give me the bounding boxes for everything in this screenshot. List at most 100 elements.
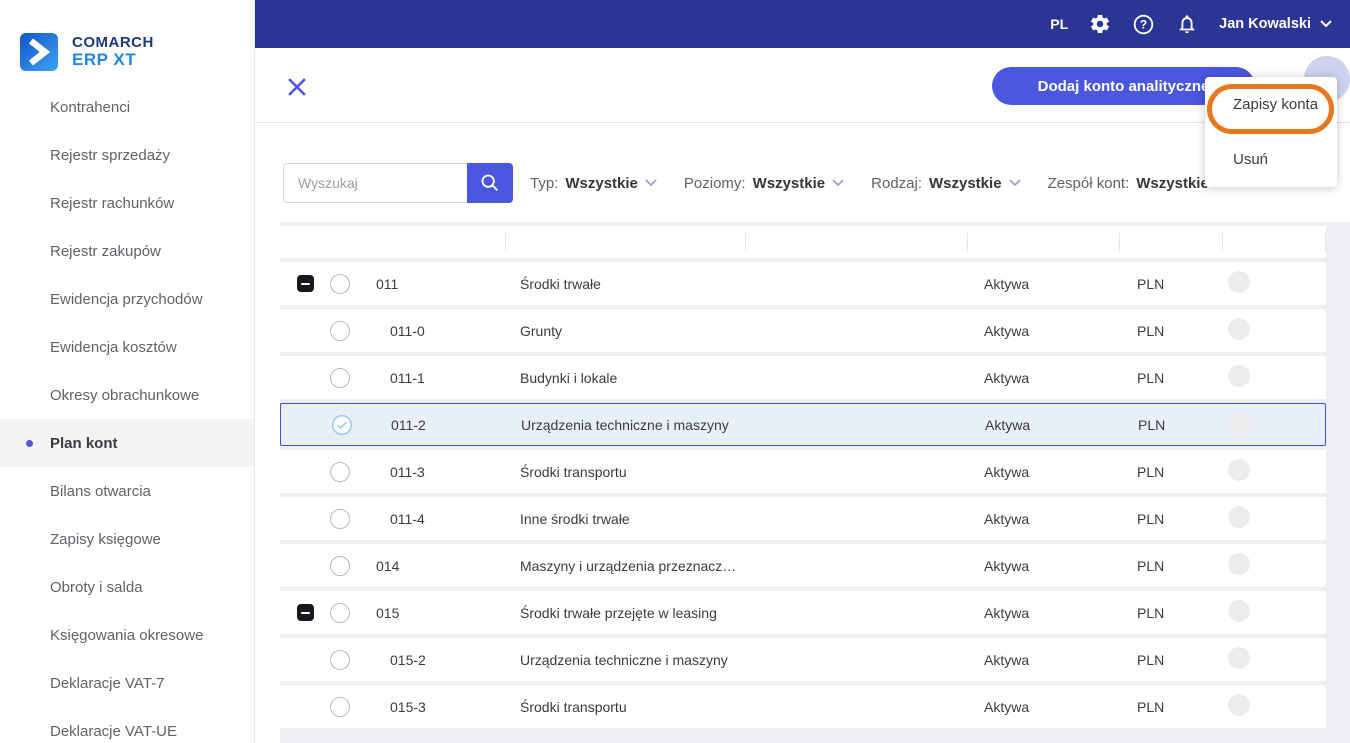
table-header [280, 226, 1326, 258]
context-menu-item[interactable]: Zapisy konta [1205, 77, 1337, 134]
selected-check-icon[interactable] [331, 414, 353, 436]
sidebar-item[interactable]: Ewidencja kosztów [0, 323, 254, 371]
sidebar-item[interactable]: Księgowania okresowe [0, 611, 254, 659]
radio-button[interactable] [330, 555, 350, 576]
svg-text:?: ? [1140, 17, 1147, 31]
sidebar-item[interactable]: Bilans otwarcia [0, 467, 254, 515]
active-bullet-icon [26, 440, 33, 447]
filter-dropdown[interactable]: Typ: Wszystkie [530, 175, 657, 192]
brand-name-bottom: ERP XT [72, 49, 137, 69]
sidebar-item-label: Księgowania okresowe [50, 626, 204, 644]
sidebar-item-label: Deklaracje VAT-UE [50, 722, 177, 740]
status-indicator [1228, 365, 1250, 387]
sidebar-item[interactable]: Okresy obrachunkowe [0, 371, 254, 419]
table-row[interactable]: 015-3 Środki transportu Aktywa PLN [280, 685, 1326, 728]
cell-waluta: PLN [1138, 416, 1166, 433]
page-header: Dodaj konto analityczne [255, 48, 1350, 123]
cell-nazwa: Maszyny i urządzenia przeznacz… [520, 557, 737, 574]
sidebar-item-label: Okresy obrachunkowe [50, 386, 200, 404]
close-icon[interactable] [288, 78, 308, 98]
column-header [505, 226, 745, 258]
status-indicator [1229, 412, 1251, 434]
cell-typ-konta: Aktywa [984, 604, 1030, 621]
radio-button[interactable] [330, 461, 350, 482]
table-row[interactable]: 011-1 Budynki i lokale Aktywa PLN [280, 356, 1326, 399]
radio-button[interactable] [330, 367, 350, 388]
sidebar-item[interactable]: Obroty i salda [0, 563, 254, 611]
column-header [745, 226, 967, 258]
user-name: Jan Kowalski [1219, 16, 1311, 32]
filter-value: Wszystkie [929, 174, 1002, 192]
sidebar-item[interactable]: Kontrahenci [0, 83, 254, 131]
context-menu-item[interactable]: Usuń [1205, 132, 1337, 187]
column-header [368, 226, 505, 258]
sidebar-item[interactable]: Rejestr rachunków [0, 179, 254, 227]
radio-button[interactable] [330, 649, 350, 670]
sidebar-item[interactable]: Deklaracje VAT-UE [0, 707, 254, 743]
status-indicator [1228, 271, 1250, 293]
context-menu-item-label: Usuń [1233, 151, 1269, 168]
brand-name-top: COMARCH [72, 34, 154, 52]
filter-dropdown[interactable]: Zespół kont: Wszystkie [1048, 175, 1228, 192]
radio-button[interactable] [330, 320, 350, 341]
search-button[interactable] [467, 163, 513, 203]
sidebar-item-label: Plan kont [50, 434, 118, 452]
table-row[interactable]: 011-2 Urządzenia techniczne i maszyny Ak… [280, 403, 1326, 446]
header-spacer [280, 226, 368, 258]
context-menu-item-label: Zapisy konta [1233, 96, 1319, 113]
sidebar-item-label: Ewidencja kosztów [50, 338, 177, 356]
filter-label: Typ: [530, 174, 559, 192]
radio-button[interactable] [330, 602, 350, 623]
table-row[interactable]: 011-0 Grunty Aktywa PLN [280, 309, 1326, 352]
filter-dropdown[interactable]: Poziomy: Wszystkie [684, 175, 844, 192]
table-row[interactable]: 011-3 Środki transportu Aktywa PLN [280, 450, 1326, 493]
settings-gear-icon[interactable] [1089, 13, 1111, 35]
search-input[interactable] [283, 163, 467, 203]
cell-nazwa: Grunty [520, 322, 563, 339]
column-header [1119, 226, 1222, 258]
sidebar-item[interactable]: Rejestr sprzedaży [0, 131, 254, 179]
cell-typ-konta: Aktywa [984, 651, 1030, 668]
radio-button[interactable] [330, 696, 350, 717]
filter-label: Zespół kont: [1047, 174, 1130, 192]
help-icon[interactable]: ? [1132, 13, 1155, 36]
cell-numer: 011-2 [391, 416, 426, 433]
sidebar-item[interactable]: Deklaracje VAT-7 [0, 659, 254, 707]
radio-button[interactable] [330, 508, 350, 529]
notifications-bell-icon[interactable] [1176, 13, 1198, 35]
filter-row: Typ: Wszystkie Poziomy: Wszystkie Rodzaj… [283, 163, 1228, 203]
filter-dropdown[interactable]: Rodzaj: Wszystkie [871, 174, 1021, 192]
sidebar-item-label: Kontrahenci [50, 98, 131, 116]
cell-waluta: PLN [1137, 322, 1165, 339]
sidebar-item[interactable]: Ewidencja przychodów [0, 275, 254, 323]
collapse-icon[interactable] [296, 604, 314, 621]
chevron-down-icon [832, 179, 844, 187]
table-row[interactable]: 014 Maszyny i urządzenia przeznacz… Akty… [280, 544, 1326, 587]
filter-value: Wszystkie [752, 174, 826, 192]
table-row[interactable]: 011 Środki trwałe Aktywa PLN [280, 262, 1326, 305]
cell-nazwa: Inne środki trwałe [520, 510, 630, 527]
collapse-icon[interactable] [296, 275, 314, 292]
sidebar-item-label: Obroty i salda [50, 578, 143, 596]
sidebar-item[interactable]: Plan kont [0, 419, 254, 467]
cell-numer: 015-2 [390, 651, 426, 668]
radio-button[interactable] [330, 273, 350, 294]
table-row[interactable]: 015 Środki trwałe przejęte w leasing Akt… [280, 591, 1326, 634]
status-indicator [1228, 506, 1250, 528]
sidebar-item[interactable]: Rejestr zakupów [0, 227, 254, 275]
table-body: 011 Środki trwałe Aktywa PLN 011-0 Grunt… [280, 262, 1350, 728]
cell-numer: 014 [376, 557, 400, 574]
accounts-table: 011 Środki trwałe Aktywa PLN 011-0 Grunt… [280, 222, 1350, 743]
cell-nazwa: Środki transportu [520, 698, 627, 715]
search-icon [481, 174, 498, 191]
filter-label: Rodzaj: [871, 174, 922, 192]
cell-typ-konta: Aktywa [984, 557, 1030, 574]
language-selector[interactable]: PL [1050, 16, 1068, 32]
status-indicator [1228, 694, 1250, 716]
sidebar-item[interactable]: Zapisy księgowe [0, 515, 254, 563]
user-menu[interactable]: Jan Kowalski [1219, 16, 1332, 32]
sidebar-item-label: Deklaracje VAT-7 [50, 674, 165, 692]
cell-waluta: PLN [1137, 510, 1165, 527]
table-row[interactable]: 011-4 Inne środki trwałe Aktywa PLN [280, 497, 1326, 540]
table-row[interactable]: 015-2 Urządzenia techniczne i maszyny Ak… [280, 638, 1326, 681]
